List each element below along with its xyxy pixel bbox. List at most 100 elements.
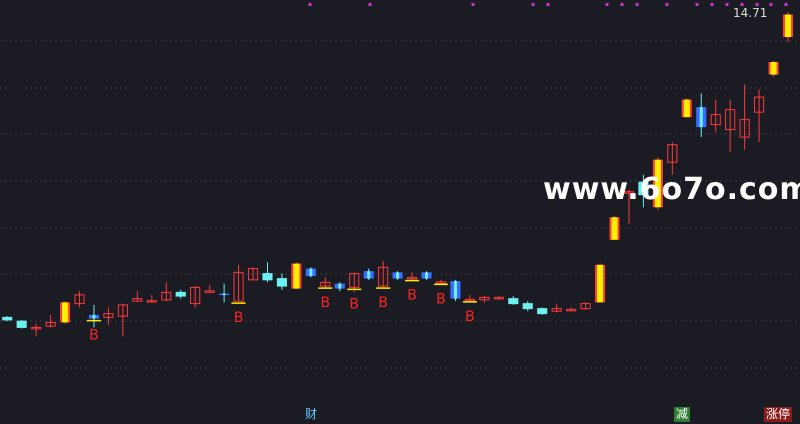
candle-fill-41 (596, 264, 604, 303)
last-price-label: 14.71 (733, 6, 768, 20)
candle-30 (435, 279, 447, 284)
candle-18 (262, 262, 273, 283)
candle-15 (219, 283, 230, 303)
watermark-text: www.6o7o.com (543, 172, 800, 207)
buy-signal-26: B (378, 295, 388, 311)
candle-6 (88, 304, 100, 328)
marker-dot-7 (635, 3, 639, 6)
candle-fill-53 (770, 62, 777, 75)
candle-31 (450, 279, 461, 302)
candle-14 (204, 284, 215, 293)
candle-35 (508, 296, 519, 305)
marker-dot-9 (695, 3, 699, 6)
candle-41 (594, 263, 606, 303)
candle-stripe-48 (699, 107, 703, 128)
candle-fill-54 (784, 14, 792, 38)
candle-54 (782, 12, 794, 43)
candle-stripe-6 (92, 314, 96, 319)
candle-46 (667, 142, 678, 175)
candle-stripe-15 (222, 293, 226, 296)
candle-50 (725, 99, 736, 153)
marker-dot-3 (531, 3, 535, 6)
candle-stripe-31 (453, 281, 457, 299)
candle-body-0 (2, 316, 13, 321)
candle-1 (16, 319, 27, 329)
candle-48 (696, 93, 707, 138)
buy-signal-30: B (436, 291, 446, 307)
candle-fill-4 (62, 302, 69, 323)
marker-dot-11 (725, 3, 729, 6)
candle-body-36 (522, 303, 533, 310)
candle-34 (493, 296, 504, 300)
marker-dot-8 (665, 3, 669, 6)
marker-dot-10 (710, 3, 714, 6)
candle-body-19 (276, 278, 288, 287)
candle-stripe-27 (396, 272, 400, 279)
candle-27 (392, 271, 403, 280)
marker-dot-4 (546, 3, 550, 6)
candle-25 (363, 268, 374, 280)
candle-3 (45, 314, 56, 328)
candle-51 (739, 84, 750, 150)
candle-10 (146, 294, 157, 303)
candle-33 (479, 296, 490, 303)
candle-38 (551, 303, 562, 313)
candle-body-18 (262, 273, 273, 281)
bottom-tag-jian[interactable]: 减 (674, 407, 691, 422)
candle-9 (132, 291, 143, 302)
candle-0 (2, 316, 13, 322)
buy-signal-32: B (465, 309, 475, 325)
candle-37 (537, 307, 548, 315)
candle-20 (291, 262, 302, 289)
candle-4 (60, 301, 71, 324)
marker-dot-0 (308, 3, 312, 6)
candle-stripe-25 (367, 271, 371, 279)
candle-fill-47 (683, 99, 690, 118)
marker-dot-6 (620, 3, 624, 6)
candle-2 (31, 323, 42, 337)
chart-stage: B B B B B B B B 14.71 www.6o7o.com 财 减 涨停 (0, 0, 800, 424)
buy-signal-16: B (234, 310, 244, 326)
candle-fill-42 (611, 217, 618, 240)
candle-29 (421, 271, 432, 280)
candle-42 (609, 216, 620, 240)
candle-stripe-23 (338, 283, 342, 289)
candlestick-chart: B B B B B B B B (0, 3, 800, 369)
marker-dot-2 (471, 3, 475, 6)
candle-12 (175, 289, 186, 299)
candle-body-1 (16, 320, 27, 328)
candle-8 (117, 303, 128, 337)
top-marker-dots (308, 3, 788, 6)
candle-53 (768, 60, 779, 78)
candle-11 (161, 282, 172, 302)
buy-signals-layer: B B B B B B B B (86, 279, 477, 344)
marker-dot-1 (368, 3, 372, 6)
candle-19 (276, 273, 288, 290)
candle-36 (522, 301, 533, 312)
buy-signal-6: B (89, 328, 99, 344)
candle-fill-20 (293, 263, 300, 289)
bottom-tag-zhangting[interactable]: 涨停 (764, 407, 793, 422)
candle-23 (334, 282, 345, 292)
candle-49 (710, 99, 721, 133)
buy-signal-22: B (321, 295, 331, 311)
candle-39 (566, 307, 577, 312)
candle-body-37 (537, 308, 548, 315)
candle-22 (320, 277, 331, 289)
candle-stripe-29 (425, 272, 429, 279)
candle-5 (74, 291, 85, 308)
bottom-tag-cai[interactable]: 财 (303, 407, 319, 422)
candle-40 (580, 302, 591, 310)
candle-body-35 (508, 298, 519, 305)
candle-7 (103, 307, 114, 325)
candle-21 (305, 267, 316, 278)
marker-dot-15 (784, 3, 788, 6)
candle-13 (190, 286, 201, 308)
marker-dot-5 (605, 3, 609, 6)
candle-28 (407, 272, 418, 280)
candle-47 (681, 98, 692, 118)
buy-signal-24: B (349, 296, 359, 312)
candle-stripe-21 (309, 268, 313, 277)
candle-body-12 (175, 291, 186, 297)
candle-16 (233, 264, 244, 302)
